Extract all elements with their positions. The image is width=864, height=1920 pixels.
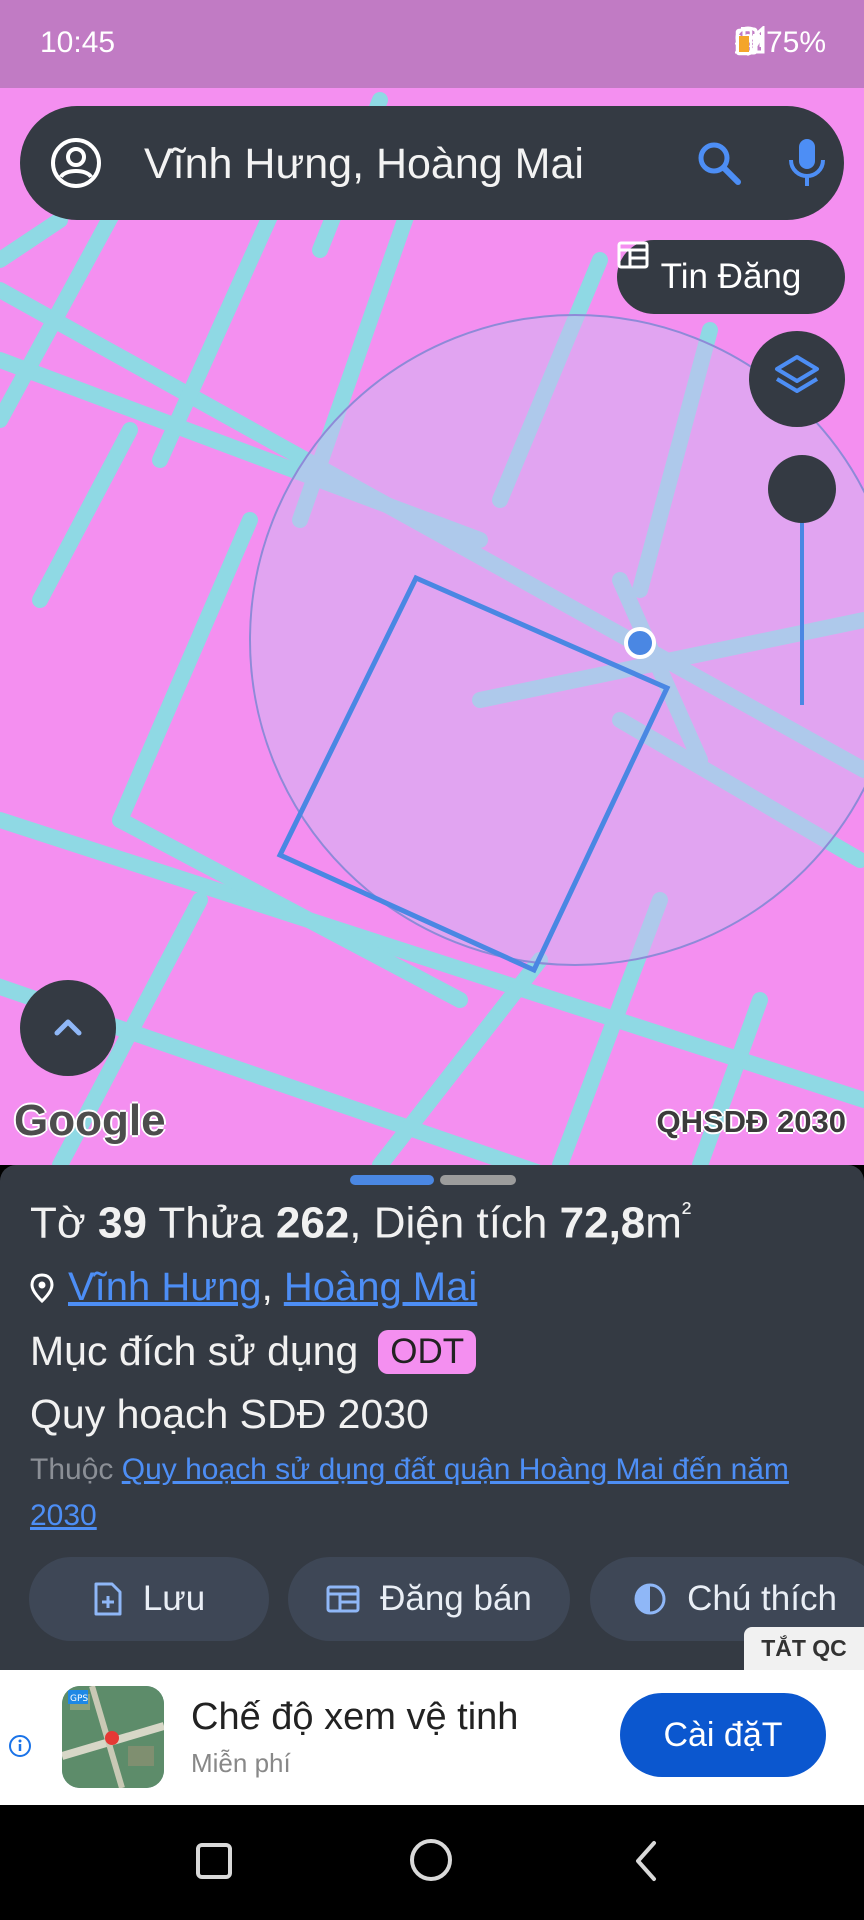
home-button[interactable] <box>410 1839 452 1881</box>
layers-icon <box>775 355 819 393</box>
parcel-title: Tờ 39 Thửa 262, Diện tích 72,8m² <box>30 1197 691 1249</box>
status-bar: 10:45 4G 75% <box>0 0 864 88</box>
ad-banner[interactable]: GPS Chế độ xem vệ tinh Miễn phí Cài đặT <box>0 1670 864 1805</box>
purpose-label: Mục đích sử dụng <box>30 1328 359 1374</box>
plan-source: Thuộc Quy hoạch sử dụng đất quận Hoàng M… <box>30 1447 850 1539</box>
map-layer-label: QHSDĐ 2030 <box>656 1104 846 1139</box>
status-icons: 4G 75% <box>734 26 826 60</box>
mic-icon[interactable] <box>785 136 829 190</box>
post-sale-icon <box>326 1585 360 1613</box>
search-input[interactable]: Vĩnh Hưng, Hoàng Mai <box>144 140 584 189</box>
save-label: Lưu <box>142 1579 206 1618</box>
ward-link[interactable]: Vĩnh Hưng <box>68 1265 262 1309</box>
post-sale-button[interactable]: Đăng bán <box>288 1557 570 1641</box>
opacity-slider-knob[interactable] <box>768 455 836 523</box>
battery-percent: 75% <box>765 26 826 59</box>
tin-dang-button[interactable]: Tin Đăng <box>617 240 845 314</box>
save-file-icon <box>94 1582 122 1616</box>
plan-link[interactable]: Quy hoạch sử dụng đất quận Hoàng Mai đến… <box>30 1453 789 1532</box>
back-button[interactable] <box>632 1839 662 1883</box>
parcel-location: Vĩnh Hưng, Hoàng Mai <box>30 1265 477 1310</box>
my-location-dot <box>624 627 656 659</box>
listing-icon <box>617 241 649 269</box>
district-link[interactable]: Hoàng Mai <box>284 1265 477 1309</box>
expand-button[interactable] <box>20 980 116 1076</box>
map-view[interactable]: 10:45 4G 75% Vĩnh Hưng, Hoàng Mai Tin Đă… <box>0 0 864 1165</box>
legend-label: Chú thích <box>687 1579 837 1618</box>
satellite-map-icon: GPS <box>62 1686 164 1788</box>
battery-icon <box>735 27 752 56</box>
thua-number: 262 <box>275 1198 350 1248</box>
account-icon[interactable] <box>50 137 102 189</box>
sheet-handle-inactive[interactable] <box>440 1175 516 1185</box>
to-label: Tờ <box>30 1198 86 1248</box>
area-exponent: ² <box>681 1197 692 1228</box>
recent-apps-button[interactable] <box>196 1843 232 1879</box>
plan-title: Quy hoạch SDĐ 2030 <box>30 1391 429 1437</box>
sheet-handle-active[interactable] <box>350 1175 434 1185</box>
install-button[interactable]: Cài đặT <box>620 1693 826 1777</box>
location-separator: , <box>261 1265 273 1309</box>
status-time: 10:45 <box>40 26 116 59</box>
ad-price: Miễn phí <box>191 1748 291 1778</box>
area-label: , Diện tích <box>349 1198 548 1248</box>
close-ad-button[interactable]: TẮT QC <box>744 1627 864 1670</box>
location-pin-icon <box>30 1272 54 1303</box>
post-sale-label: Đăng bán <box>380 1579 532 1618</box>
ad-info-icon[interactable] <box>8 1734 32 1758</box>
contrast-icon <box>634 1583 666 1615</box>
tin-dang-label: Tin Đăng <box>660 257 802 296</box>
gps-badge: GPS <box>70 1694 88 1704</box>
search-bar[interactable]: Vĩnh Hưng, Hoàng Mai <box>20 106 844 220</box>
layers-button[interactable] <box>749 331 845 427</box>
parcel-info-sheet: Tờ 39 Thửa 262, Diện tích 72,8m² Vĩnh Hư… <box>0 1165 864 1670</box>
ad-app-icon[interactable]: GPS <box>62 1686 164 1788</box>
chevron-up-icon <box>54 1019 82 1036</box>
belongs-prefix: Thuộc <box>30 1453 114 1486</box>
land-use-purpose: Mục đích sử dụng ODT <box>30 1328 477 1375</box>
search-icon[interactable] <box>696 140 742 186</box>
save-button[interactable]: Lưu <box>29 1557 269 1641</box>
area-value: 72,8 <box>559 1198 646 1248</box>
to-number: 39 <box>97 1198 147 1248</box>
area-unit: m <box>645 1198 682 1248</box>
google-logo: Google <box>14 1096 166 1145</box>
ad-app-title[interactable]: Chế độ xem vệ tinh <box>191 1696 518 1739</box>
system-nav-bar <box>0 1805 864 1920</box>
thua-label: Thửa <box>158 1198 264 1248</box>
purpose-code-badge: ODT <box>378 1329 477 1374</box>
